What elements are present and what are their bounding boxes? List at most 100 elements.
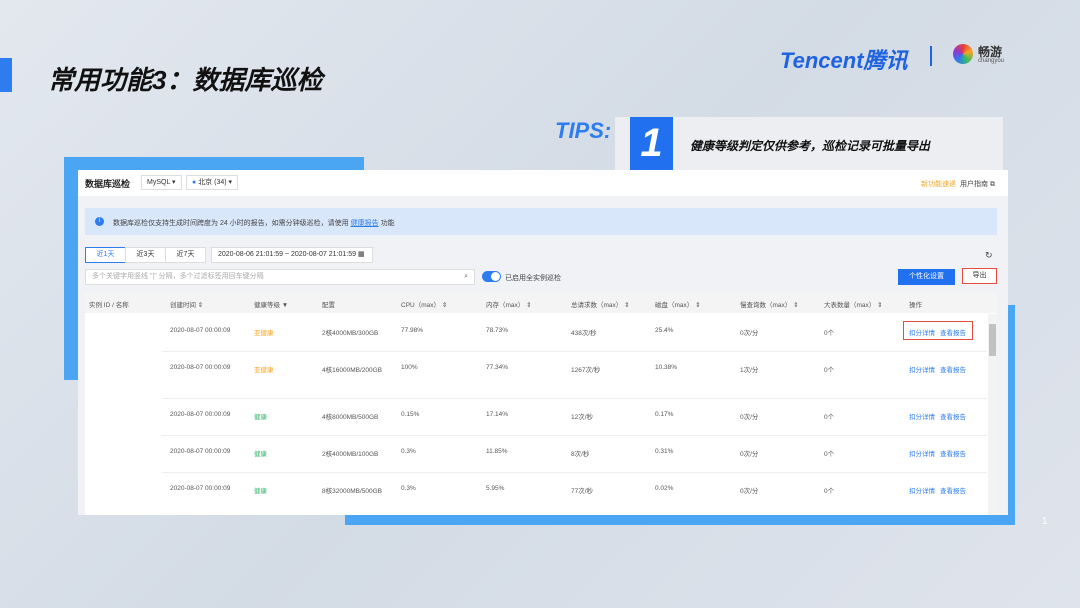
cell-req: 12次/秒 xyxy=(571,414,594,421)
column-header[interactable]: 总请求数（max） ⇕ xyxy=(571,299,630,309)
column-header: 操作 xyxy=(909,299,922,309)
column-header-label: 慢查询数（max） xyxy=(740,302,792,309)
column-header-label: 磁盘（max） xyxy=(655,302,694,309)
highlight-box xyxy=(903,321,973,340)
cell-time: 2020-08-07 00:00:09 xyxy=(170,411,231,418)
cell-cpu: 100% xyxy=(401,364,418,371)
cell-cpu: 0.3% xyxy=(401,448,416,455)
scrollbar-thumb[interactable] xyxy=(989,324,996,356)
tab-7-days[interactable]: 近7天 xyxy=(165,247,206,263)
score-details-link[interactable]: 扣分详情 xyxy=(909,411,935,421)
export-button[interactable]: 导出 xyxy=(962,268,997,284)
filter-icon[interactable]: ▼ xyxy=(280,302,288,309)
cell-time: 2020-08-07 00:00:09 xyxy=(170,364,231,371)
score-details-link[interactable]: 扣分详情 xyxy=(909,485,935,495)
row-divider xyxy=(162,472,987,473)
sort-icon[interactable]: ⇕ xyxy=(196,302,203,309)
changyou-logo-icon xyxy=(953,44,973,64)
column-header-label: CPU（max） xyxy=(401,302,441,309)
score-details-link[interactable]: 扣分详情 xyxy=(909,448,935,458)
external-link-icon: ⧉ xyxy=(989,181,995,188)
tip-text: 健康等级判定仅供参考，巡检记录可批量导出 xyxy=(690,139,931,153)
column-header[interactable]: 慢查询数（max） ⇕ xyxy=(740,299,799,309)
cell-health: 亚健康 xyxy=(254,330,274,337)
db-type-value: MySQL xyxy=(147,179,171,186)
column-header: 配置 xyxy=(322,299,335,309)
view-report-link[interactable]: 查看报告 xyxy=(940,364,966,374)
view-report-link[interactable]: 查看报告 xyxy=(940,448,966,458)
column-header-label: 内存（max） xyxy=(486,302,525,309)
refresh-icon[interactable]: ↻ xyxy=(985,250,993,261)
view-report-link[interactable]: 查看报告 xyxy=(940,411,966,421)
app-screenshot: 数据库巡检 MySQL ▾ ● 北京 (34) ▾ 新功能速递 用户指南 ⧉ i… xyxy=(78,170,1008,515)
sort-icon[interactable]: ⇕ xyxy=(693,302,700,309)
sort-icon[interactable]: ⇕ xyxy=(791,302,798,309)
column-header[interactable]: 磁盘（max） ⇕ xyxy=(655,299,701,309)
cell-big: 0个 xyxy=(824,451,835,458)
info-banner: i 数据库巡检仅支持生成时间跨度为 24 小时的报告，如需分钟级巡检，请使用 健… xyxy=(85,208,997,235)
cell-req: 8次/秒 xyxy=(571,451,590,458)
app-header: 数据库巡检 MySQL ▾ ● 北京 (34) ▾ 新功能速递 用户指南 ⧉ xyxy=(78,170,1008,196)
column-header[interactable]: 创建时间 ⇕ xyxy=(170,299,203,309)
region-select[interactable]: ● 北京 (34) ▾ xyxy=(186,175,239,190)
column-header-label: 实例 ID / 名称 xyxy=(89,302,129,309)
column-header-label: 大表数量（max） xyxy=(824,302,876,309)
search-icon: ⌕ xyxy=(464,273,468,280)
cell-slow: 0次/分 xyxy=(740,451,759,458)
cell-slow: 0次/分 xyxy=(740,330,759,337)
toggle-label: 已启用全实例巡检 xyxy=(505,275,561,282)
column-header: 健康等级 ▼ xyxy=(254,299,288,309)
search-input[interactable]: 多个关键字用竖线 "|" 分隔，多个过滤标签用回车键分隔 ⌕ xyxy=(85,269,475,285)
search-placeholder: 多个关键字用竖线 "|" 分隔，多个过滤标签用回车键分隔 xyxy=(92,273,264,280)
cell-cpu: 77.98% xyxy=(401,327,424,334)
date-range-picker[interactable]: 2020-08-06 21:01:59 ~ 2020-08-07 21:01:5… xyxy=(211,247,373,263)
column-header-label: 配置 xyxy=(322,302,335,309)
cell-slow: 0次/分 xyxy=(740,488,759,495)
banner-suffix: 功能 xyxy=(380,220,395,227)
cell-disk: 0.02% xyxy=(655,485,674,492)
info-icon: i xyxy=(95,217,104,226)
page-number: 1 xyxy=(1042,516,1048,527)
tip-number: 1 xyxy=(630,117,673,170)
column-header[interactable]: 大表数量（max） ⇕ xyxy=(824,299,883,309)
scrollbar[interactable] xyxy=(988,314,997,515)
region-value: 北京 (34) xyxy=(198,179,227,186)
cell-mem: 77.34% xyxy=(486,364,509,371)
cell-big: 0个 xyxy=(824,367,835,374)
customize-button[interactable]: 个性化设置 xyxy=(898,269,955,285)
health-report-link[interactable]: 健康报告 xyxy=(351,220,379,227)
cell-slow: 0次/分 xyxy=(740,414,759,421)
sort-icon[interactable]: ⇕ xyxy=(875,302,882,309)
view-report-link[interactable]: 查看报告 xyxy=(940,485,966,495)
user-guide-label: 用户指南 xyxy=(960,181,988,188)
tab-3-days[interactable]: 近3天 xyxy=(125,247,166,263)
user-guide-link[interactable]: 用户指南 ⧉ xyxy=(960,179,995,189)
column-header-label: 总请求数（max） xyxy=(571,302,623,309)
sort-icon[interactable]: ⇕ xyxy=(622,302,629,309)
column-header[interactable]: CPU（max） ⇕ xyxy=(401,299,447,309)
score-details-link[interactable]: 扣分详情 xyxy=(909,364,935,374)
row-divider xyxy=(162,398,987,399)
cell-config: 4核16000MB/200GB xyxy=(322,367,382,374)
column-header-label: 健康等级 xyxy=(254,302,280,309)
changyou-logo-sub: changyou xyxy=(978,58,1005,64)
row-divider xyxy=(162,351,987,352)
app-title: 数据库巡检 xyxy=(85,179,131,189)
cell-config: 2核4000MB/300GB xyxy=(322,330,379,337)
sort-icon[interactable]: ⇕ xyxy=(440,302,447,309)
cell-config: 2核4000MB/100GB xyxy=(322,451,379,458)
row-divider xyxy=(162,435,987,436)
db-type-select[interactable]: MySQL ▾ xyxy=(141,175,182,190)
new-features-link[interactable]: 新功能速递 xyxy=(921,179,956,189)
cell-health: 健康 xyxy=(254,414,267,421)
cell-cpu: 0.3% xyxy=(401,485,416,492)
full-inspection-toggle[interactable] xyxy=(482,271,501,282)
cell-req: 438次/秒 xyxy=(571,330,597,337)
cell-req: 1267次/秒 xyxy=(571,367,601,374)
tips-label: TIPS: xyxy=(555,118,612,143)
sort-icon[interactable]: ⇕ xyxy=(524,302,531,309)
tab-1-day[interactable]: 近1天 xyxy=(85,247,126,263)
cell-health: 健康 xyxy=(254,451,267,458)
cell-disk: 10.38% xyxy=(655,364,678,371)
column-header[interactable]: 内存（max） ⇕ xyxy=(486,299,532,309)
